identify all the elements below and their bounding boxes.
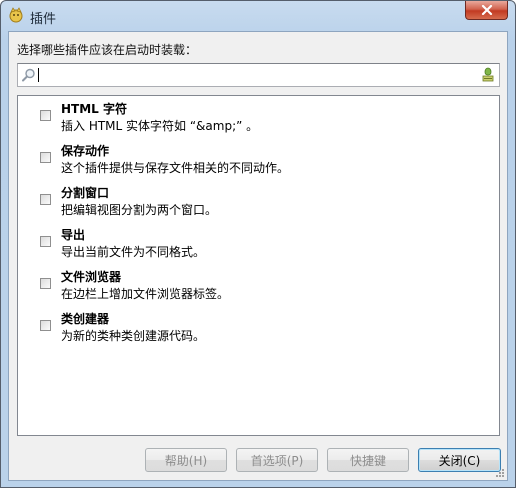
window-title: 插件: [30, 12, 57, 27]
plugin-checkbox[interactable]: [40, 194, 51, 205]
plugin-title: 保存动作: [61, 144, 110, 158]
search-input[interactable]: [38, 66, 478, 84]
plugin-item-save-actions[interactable]: 保存动作 这个插件提供与保存文件相关的不同动作。: [18, 138, 499, 180]
text-caret: [38, 68, 39, 82]
clear-icon[interactable]: [480, 67, 496, 83]
search-icon[interactable]: [21, 67, 37, 83]
app-icon: [9, 7, 23, 23]
search-field[interactable]: [17, 63, 500, 87]
plugin-title: 类创建器: [61, 312, 110, 326]
plugin-checkbox[interactable]: [40, 320, 51, 331]
close-button[interactable]: 关闭(C): [418, 448, 501, 472]
plugin-checkbox[interactable]: [40, 236, 51, 247]
plugin-description: 这个插件提供与保存文件相关的不同动作。: [61, 161, 290, 175]
plugin-title: HTML 字符: [61, 102, 127, 116]
help-button[interactable]: 帮助(H): [145, 448, 227, 472]
plugins-dialog-window: 插件 选择哪些插件应该在启动时装载： HTML 字符 插入 HTML 实体字符如…: [0, 0, 516, 488]
plugin-description: 在边栏上增加文件浏览器标签。: [61, 287, 230, 301]
plugin-description: 为新的类种类创建源代码。: [61, 329, 206, 343]
close-icon: [481, 5, 492, 15]
plugin-checkbox[interactable]: [40, 110, 51, 121]
load-prompt-label: 选择哪些插件应该在启动时装载：: [17, 43, 198, 57]
dialog-body: 选择哪些插件应该在启动时装载： HTML 字符 插入 HTML 实体字符如 “&…: [8, 31, 508, 481]
plugin-checkbox[interactable]: [40, 152, 51, 163]
plugin-item-html-chars[interactable]: HTML 字符 插入 HTML 实体字符如 “&amp;” 。: [18, 96, 499, 138]
plugin-checkbox[interactable]: [40, 278, 51, 289]
plugin-description: 插入 HTML 实体字符如 “&amp;” 。: [61, 119, 259, 133]
plugin-title: 文件浏览器: [61, 270, 122, 284]
plugin-item-split-view[interactable]: 分割窗口 把编辑视图分割为两个窗口。: [18, 180, 499, 222]
plugin-item-export[interactable]: 导出 导出当前文件为不同格式。: [18, 222, 499, 264]
plugin-item-file-browser[interactable]: 文件浏览器 在边栏上增加文件浏览器标签。: [18, 264, 499, 306]
plugin-list[interactable]: HTML 字符 插入 HTML 实体字符如 “&amp;” 。 保存动作 这个插…: [17, 95, 500, 436]
plugin-description: 把编辑视图分割为两个窗口。: [61, 203, 218, 217]
shortcuts-button[interactable]: 快捷键: [327, 448, 409, 472]
plugin-title: 导出: [61, 228, 86, 242]
plugin-title: 分割窗口: [61, 186, 110, 200]
window-close-button[interactable]: [465, 1, 508, 20]
plugin-description: 导出当前文件为不同格式。: [61, 245, 206, 259]
plugin-item-class-creator[interactable]: 类创建器 为新的类种类创建源代码。: [18, 306, 499, 348]
preferences-button[interactable]: 首选项(P): [236, 448, 318, 472]
title-bar[interactable]: 插件: [1, 1, 515, 31]
resize-grip-icon[interactable]: [495, 468, 505, 478]
